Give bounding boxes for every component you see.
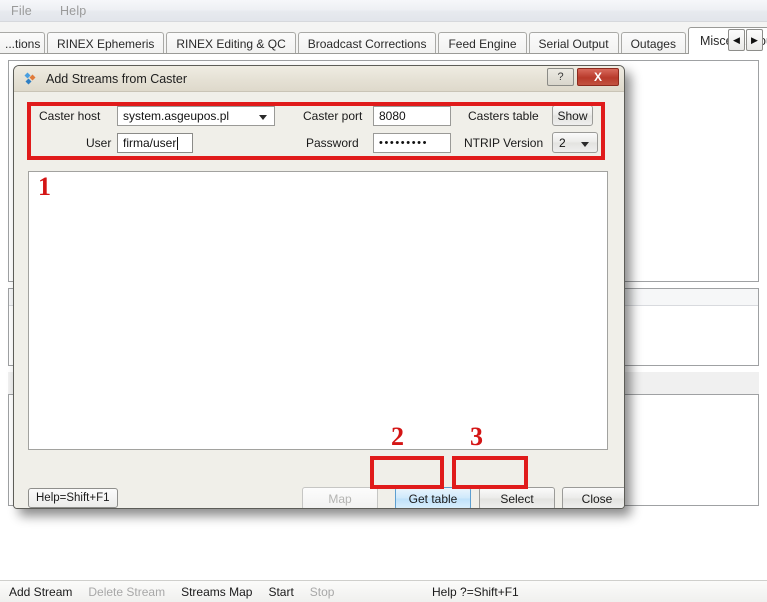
annotation-number-2: 2 [391,422,404,451]
dialog-content: Caster host system.asgeupos.pl Caster po… [14,92,624,508]
ntrip-version-combo[interactable]: 2 [552,132,598,153]
annotation-number-3: 3 [470,422,483,451]
user-label: User [86,136,112,150]
user-input[interactable]: firma/user [117,133,193,153]
tab-feed-engine[interactable]: Feed Engine [438,32,527,54]
menu-item-help[interactable]: Help [58,2,97,20]
tab-row: ...tions RINEX Ephemeris RINEX Editing &… [0,27,767,54]
status-stop: Stop [309,584,335,599]
tab-rinex-editing-qc[interactable]: RINEX Editing & QC [166,32,296,54]
dialog-window-buttons: ? X [547,68,619,86]
form-row-one: Caster host system.asgeupos.pl Caster po… [28,105,608,127]
dialog-title-bar[interactable]: Add Streams from Caster ? X [14,66,624,92]
get-table-button[interactable]: Get table [395,487,471,508]
tab-serial-output[interactable]: Serial Output [528,32,619,54]
application-window: File Help ...tions RINEX Ephemeris RINEX… [0,0,767,602]
show-casters-table-button[interactable]: Show [552,105,593,126]
tab-rinex-ephemeris[interactable]: RINEX Ephemeris [47,32,165,54]
status-bar: Add Stream Delete Stream Streams Map Sta… [0,580,767,602]
status-start[interactable]: Start [268,585,293,599]
window-body: ...tions RINEX Ephemeris RINEX Editing &… [0,22,767,580]
caster-host-label: Caster host [39,109,101,123]
menu-item-file[interactable]: File [9,2,42,20]
dialog-footer: Help=Shift+F1 Map Get table Select Close [28,487,624,508]
password-value: ••••••••• [379,137,429,149]
casters-table-label: Casters table [468,109,539,123]
status-streams-map[interactable]: Streams Map [181,585,252,599]
tab-scroll-controls: ◀ ▶ [728,29,763,51]
help-button[interactable]: ? [547,68,574,86]
chevron-down-icon[interactable] [259,115,267,120]
stream-list-table[interactable] [28,171,608,450]
status-delete-stream: Delete Stream [88,584,166,599]
user-value: firma/user [123,136,177,150]
password-label: Password [306,136,359,150]
help-hint-chip[interactable]: Help=Shift+F1 [28,488,118,508]
status-add-stream[interactable]: Add Stream [9,585,72,599]
map-button: Map [302,487,378,508]
password-input[interactable]: ••••••••• [373,133,451,153]
dialog-title: Add Streams from Caster [46,71,188,86]
tab-options[interactable]: ...tions [0,32,45,54]
annotation-number-1: 1 [38,172,51,201]
select-button[interactable]: Select [479,487,555,508]
ntrip-version-label: NTRIP Version [464,136,544,150]
credentials-form: Caster host system.asgeupos.pl Caster po… [28,103,608,156]
ntrip-version-value: 2 [559,135,566,150]
tab-outages[interactable]: Outages [620,32,686,54]
caster-port-label: Caster port [303,109,363,123]
caster-streams-icon [23,71,38,86]
text-caret [177,136,179,150]
caster-host-combo[interactable]: system.asgeupos.pl [117,106,275,126]
triangle-right-icon[interactable]: ▶ [746,29,763,51]
triangle-left-icon[interactable]: ◀ [728,29,745,51]
form-row-two: User firma/user Password ••••••••• NTRIP… [28,132,608,154]
status-help-hint: Help ?=Shift+F1 [432,584,519,599]
add-streams-from-caster-dialog[interactable]: Add Streams from Caster ? X Caster host … [13,65,625,509]
caster-host-value: system.asgeupos.pl [123,109,230,123]
chevron-down-icon[interactable] [581,142,589,147]
tab-broadcast-corrections[interactable]: Broadcast Corrections [297,32,437,54]
menu-bar: File Help [0,0,767,22]
caster-port-input[interactable]: 8080 [373,106,451,126]
close-icon[interactable]: X [577,68,619,86]
caster-port-value: 8080 [379,109,406,123]
dialog-close-button[interactable]: Close [562,487,624,508]
tab-strip: ...tions RINEX Ephemeris RINEX Editing &… [0,27,767,54]
